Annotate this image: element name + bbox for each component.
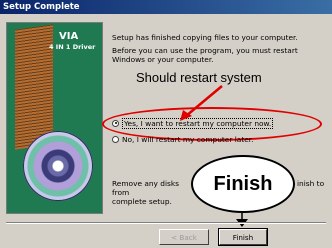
remove-disks-text-part1: Remove any disks from [112, 179, 180, 197]
radio-selected-icon[interactable] [112, 119, 119, 127]
cd-disc-icon [23, 131, 93, 201]
radio-unselected-icon[interactable] [112, 135, 119, 143]
finish-callout-bubble: Finish [191, 155, 295, 213]
restart-later-option[interactable]: No, I will restart my computer later. [112, 134, 253, 144]
setup-banner-image: VIA 4 IN 1 Driver [6, 22, 103, 214]
remove-disks-text-part2: complete setup. [112, 197, 172, 206]
restart-now-option[interactable]: Yes, I want to restart my computer now. [112, 117, 274, 129]
button-separator [6, 222, 326, 224]
restart-callout-label: Should restart system [136, 70, 262, 85]
restart-now-label[interactable]: Yes, I want to restart my computer now. [122, 117, 274, 129]
finish-instruction-fragment: inish to [297, 179, 325, 188]
title-bar: Setup Complete [0, 0, 332, 14]
finish-callout-label: Finish [213, 172, 273, 195]
banner-product: 4 IN 1 Driver [49, 43, 96, 51]
restart-later-label[interactable]: No, I will restart my computer later. [122, 135, 253, 144]
finish-button[interactable]: Finish [219, 229, 267, 245]
banner-stripes [15, 24, 53, 150]
restart-required-text: Before you can use the program, you must… [112, 46, 298, 64]
back-button[interactable]: < Back [159, 229, 209, 245]
setup-finished-text: Setup has finished copying files to your… [112, 33, 298, 42]
remove-disks-text: Remove any disks from complete setup. [112, 179, 190, 206]
banner-brand: VIA [59, 31, 79, 42]
finish-arrow-icon [236, 213, 248, 227]
window-title: Setup Complete [3, 2, 80, 12]
